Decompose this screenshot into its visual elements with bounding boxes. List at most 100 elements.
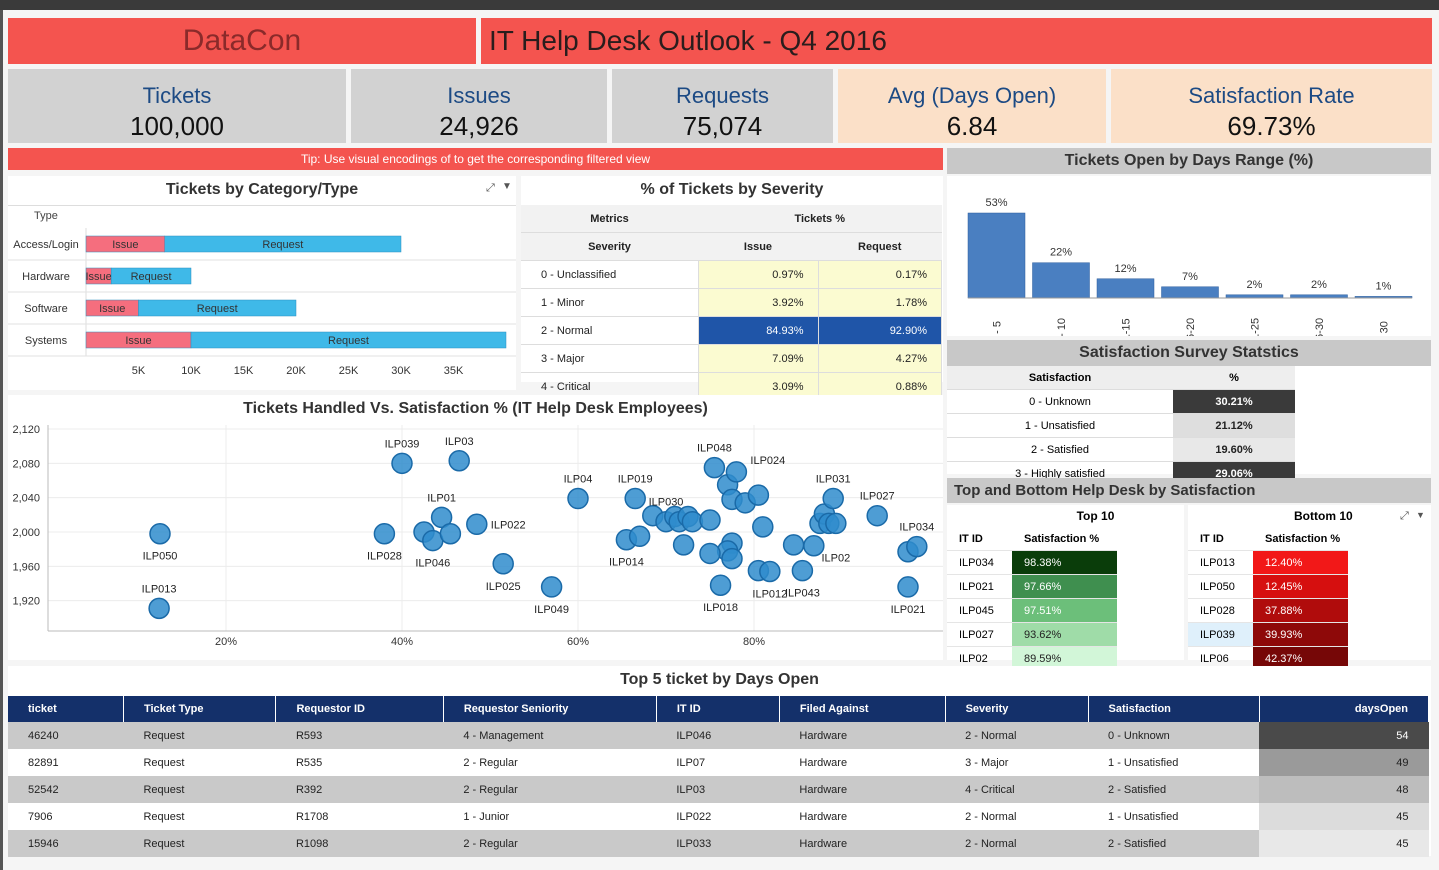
employee-point [628, 525, 651, 548]
days-tick-label: 16-20 [1185, 318, 1197, 336]
top10-panel: Top 10 IT ID Satisfaction % ILP034 98.38% I… [947, 505, 1184, 671]
helpdesk-row[interactable]: ILP021 97.66% [947, 574, 1117, 599]
employee-point [747, 484, 770, 506]
kpi-label: Avg (Days Open) [887, 83, 1057, 108]
panel-title: Top 5 ticket by Days Open [620, 671, 819, 688]
table-cell: Hardware [779, 749, 946, 776]
table-cell: 2 - Regular [443, 776, 657, 803]
column-header[interactable]: Requestor Seniority [443, 696, 657, 722]
days-bar-label: 2% [1247, 279, 1263, 291]
table-cell: ILP033 [656, 830, 780, 857]
employee-point [148, 597, 170, 620]
employee-point [759, 560, 781, 583]
tip-banner: Tip: Use visual encodings of to get the … [8, 148, 943, 170]
request-percent: 0.17% [818, 260, 942, 289]
it-id: ILP021 [947, 574, 1012, 599]
table-row[interactable]: 52542 Request R392 2 - Regular ILP03 Hardware… [8, 776, 1429, 803]
survey-header: Satisfaction Survey Statstics [947, 340, 1431, 366]
helpdesk-row[interactable]: ILP034 98.38% [947, 550, 1117, 575]
survey-row[interactable]: 1 - Unsatisfied 21.12% [947, 413, 1295, 438]
table-row[interactable]: 82891 Request R535 2 - Regular ILP07 Hardware… [8, 749, 1429, 776]
request-percent: 4.27% [818, 344, 942, 373]
kpi-issues[interactable]: Issues 24,926 [351, 69, 607, 143]
helpdesk-row[interactable]: ILP045 97.51% [947, 598, 1117, 623]
employee-point [699, 509, 721, 531]
severity-row[interactable]: 3 - Major 7.09% 4.27% [521, 344, 942, 373]
employee-point [448, 450, 470, 472]
days-bar-label: 12% [1114, 263, 1136, 275]
helpdesk-row[interactable]: ILP027 93.62% [947, 622, 1117, 647]
column-header[interactable]: IT ID [656, 696, 780, 722]
kpi-satisfaction-rate[interactable]: Satisfaction Rate 69.73% [1111, 69, 1432, 143]
table-cell: 2 - Normal [945, 830, 1089, 857]
kpi-tickets[interactable]: Tickets 100,000 [8, 69, 346, 143]
kpi-value: 6.84 [946, 111, 998, 141]
days-bar [1032, 262, 1090, 299]
satisfaction-percent: 12.40% [1253, 550, 1348, 575]
severity-header: Severity [521, 232, 698, 261]
scatter-chart[interactable]: 20% 40% 60% 80% 1,920 1,960 2,000 2,040 2,080 2,1… [8, 419, 943, 659]
window-top-bar [0, 0, 1439, 10]
days-range-bar-chart[interactable]: 53% 0 - 5 22% 6 - 10 12% 11-15 7% 16-20 2% 21-25 2… [947, 176, 1431, 346]
column-header[interactable]: Filed Against [779, 696, 946, 722]
employee-point [492, 553, 514, 575]
dropdown-arrow-icon[interactable]: ▼ [502, 181, 512, 192]
table-cell: 3 - Major [945, 749, 1089, 776]
x-tick-label: 80% [743, 636, 765, 648]
helpdesk-row[interactable]: ILP039 39.93% [1188, 622, 1348, 647]
bar-segment-label: Issue [99, 303, 125, 315]
survey-row[interactable]: 0 - Unknown 30.21% [947, 389, 1295, 414]
table-cell: Hardware [779, 776, 946, 803]
days-range-header: Tickets Open by Days Range (%) [947, 148, 1431, 174]
panel-title: Satisfaction Survey Statstics [1079, 344, 1299, 361]
table-row[interactable]: 7906 Request R1708 1 - Junior ILP022 Hardware… [8, 803, 1429, 830]
severity-row[interactable]: 2 - Normal 84.93% 92.90% [521, 316, 942, 345]
severity-table: Metrics Tickets % Severity Issue Request… [521, 205, 942, 401]
table-row[interactable]: 46240 Request R593 4 - Management ILP046 Hard… [8, 722, 1429, 749]
point-label: ILP028 [367, 551, 402, 563]
point-label: ILP027 [860, 491, 895, 503]
table-cell: 1 - Junior [443, 803, 657, 830]
metrics-header: Metrics [521, 205, 698, 233]
dropdown-arrow-icon[interactable]: ▼ [1416, 510, 1425, 520]
severity-row[interactable]: 1 - Minor 3.92% 1.78% [521, 288, 942, 317]
column-header[interactable]: daysOpen [1259, 696, 1430, 722]
helpdesk-row[interactable]: ILP013 12.40% [1188, 550, 1348, 575]
employee-point [439, 522, 462, 545]
survey-value: 30.21% [1173, 389, 1295, 414]
kpi-label: Issues [447, 83, 511, 108]
column-header[interactable]: ticket [8, 696, 124, 722]
point-label: ILP013 [142, 583, 177, 595]
column-header[interactable]: Severity [945, 696, 1089, 722]
employee-point [721, 547, 743, 570]
kpi-requests[interactable]: Requests 75,074 [612, 69, 833, 143]
column-header[interactable]: Requestor ID [275, 696, 444, 722]
expand-icon[interactable]: ⤢ [1400, 510, 1409, 523]
survey-row[interactable]: 2 - Satisfied 19.60% [947, 437, 1295, 462]
table-cell: 48 [1259, 776, 1429, 803]
column-header[interactable]: Ticket Type [123, 696, 277, 722]
days-tick-label: 6 - 10 [1056, 318, 1068, 336]
days-bar-label: 2% [1311, 279, 1327, 291]
kpi-avg-days-open[interactable]: Avg (Days Open) 6.84 [838, 69, 1106, 143]
expand-icon[interactable]: ⤢ [486, 182, 495, 195]
top5-table: ticket Ticket Type Requestor ID Requestor S… [8, 696, 1430, 857]
table-cell: 1 - Unsatisfied [1088, 749, 1260, 776]
category-bar-chart[interactable]: Access/Login Issue Request Hardware Issue Req… [8, 228, 516, 388]
column-header[interactable]: Satisfaction [1088, 696, 1260, 722]
table-cell: 7906 [8, 803, 124, 830]
employee-point [466, 513, 488, 536]
table-row[interactable]: 15946 Request R1098 2 - Regular ILP033 Hardwa… [8, 830, 1429, 857]
severity-panel: % of Tickets by Severity Metrics Tickets… [521, 176, 943, 401]
table-cell: 1 - Unsatisfied [1088, 803, 1260, 830]
employee-point [782, 534, 805, 556]
scatter-panel: Tickets Handled Vs. Satisfaction % (IT H… [8, 395, 943, 660]
helpdesk-row[interactable]: ILP028 37.88% [1188, 598, 1348, 623]
satisfaction-header: Satisfaction [947, 366, 1173, 390]
survey-label: 1 - Unsatisfied [947, 413, 1173, 438]
kpi-label: Tickets [142, 83, 212, 108]
severity-row[interactable]: 0 - Unclassified 0.97% 0.17% [521, 260, 942, 289]
table-cell: Hardware [779, 830, 946, 857]
x-tick-label: 25K [339, 365, 359, 377]
helpdesk-row[interactable]: ILP050 12.45% [1188, 574, 1348, 599]
